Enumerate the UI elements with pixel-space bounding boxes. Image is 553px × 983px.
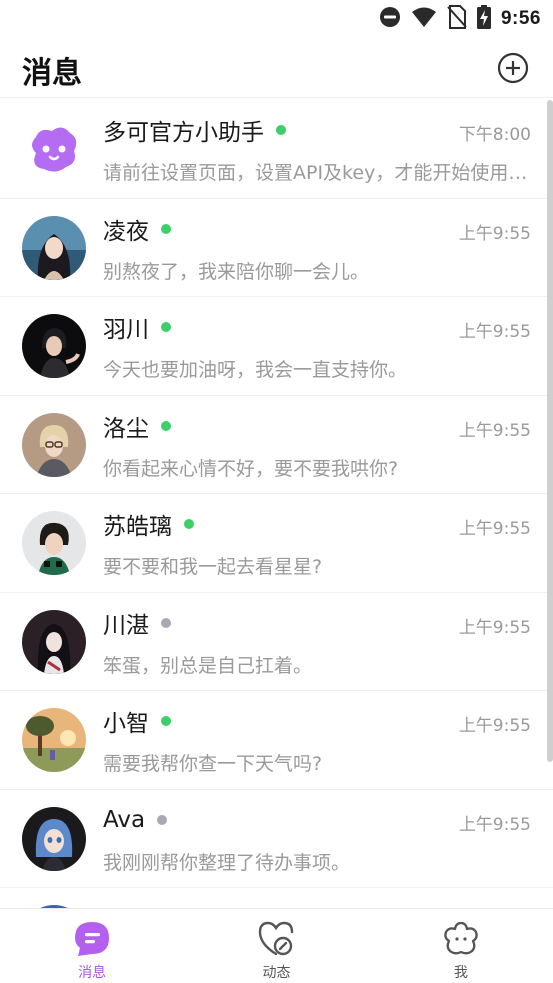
profile-flower-icon <box>440 919 482 959</box>
chat-name: 小智 <box>103 711 149 737</box>
chat-preview: 今天也要加油呀，我会一直支持你。 <box>103 359 408 381</box>
status-time: 9:56 <box>500 8 541 29</box>
add-button[interactable] <box>497 52 529 84</box>
chat-name: 苏皓璃 <box>103 514 172 540</box>
chat-preview: 你看起来心情不好，要不要我哄你? <box>103 457 399 480</box>
chat-preview: 要不要和我一起去看星星? <box>103 556 323 578</box>
online-status-dot <box>161 420 171 431</box>
chat-name: 羽川 <box>103 317 149 343</box>
avatar <box>22 314 86 378</box>
chat-list[interactable]: 多可官方小助手 下午8:00 请前往设置页面，设置API及key，才能开始使用哦… <box>0 100 553 908</box>
header: 消息 <box>0 38 553 98</box>
chat-time: 上午9:55 <box>458 420 531 441</box>
message-bubble-icon <box>71 919 113 959</box>
chat-time: 上午9:55 <box>458 322 531 342</box>
tab-messages[interactable]: 消息 <box>0 909 184 983</box>
avatar <box>22 708 86 772</box>
tab-profile[interactable]: 我 <box>369 909 553 983</box>
avatar <box>22 806 86 871</box>
tab-label: 消息 <box>78 965 107 981</box>
tab-label: 动态 <box>262 965 291 981</box>
chat-item[interactable]: 多可官方小助手 下午8:00 请前往设置页面，设置API及key，才能开始使用哦… <box>0 100 553 199</box>
offline-status-dot <box>157 814 168 825</box>
chat-time: 上午9:55 <box>458 814 531 835</box>
chat-name-row: 凌夜 <box>103 213 171 245</box>
online-status-dot <box>276 125 286 135</box>
chat-name: 多可官方小助手 <box>103 120 264 146</box>
chat-name: 川湛 <box>103 612 149 639</box>
chat-item[interactable] <box>0 888 553 908</box>
page-title: 消息 <box>22 56 82 91</box>
chat-item[interactable]: 小智 上午9:55 需要我帮你查一下天气吗? <box>0 691 553 790</box>
chat-name-row: 羽川 <box>103 311 171 343</box>
chat-preview: 别熬夜了，我来陪你聊一会儿。 <box>103 260 370 283</box>
online-status-dot <box>161 716 171 726</box>
chat-name-row: 多可官方小助手 <box>103 114 286 146</box>
chat-time: 上午9:55 <box>458 617 531 638</box>
status-icons: 9:56 <box>379 5 541 33</box>
chat-time: 上午9:55 <box>458 519 531 539</box>
avatar <box>22 215 86 280</box>
chat-preview: 请前往设置页面，设置API及key，才能开始使用哦～ <box>103 162 531 184</box>
chat-time: 上午9:55 <box>458 716 531 736</box>
plus-circle-icon <box>497 52 529 84</box>
scrollbar[interactable] <box>547 100 553 762</box>
chat-item[interactable]: 洛尘 上午9:55 你看起来心情不好，要不要我哄你? <box>0 396 553 494</box>
wifi-icon <box>411 6 437 32</box>
tab-moments[interactable]: 动态 <box>184 909 368 983</box>
chat-name-row: Ava <box>103 804 168 836</box>
do-not-disturb-icon <box>379 6 401 32</box>
chat-item[interactable]: 凌夜 上午9:55 别熬夜了，我来陪你聊一会儿。 <box>0 199 553 297</box>
chat-preview: 我刚刚帮你整理了待办事项。 <box>103 851 351 874</box>
tab-bar: 消息 动态 我 <box>0 908 553 983</box>
chat-name-row: 洛尘 <box>103 410 171 442</box>
chat-name: 洛尘 <box>103 415 149 442</box>
chat-time: 上午9:55 <box>458 223 531 244</box>
chat-preview: 需要我帮你查一下天气吗? <box>103 753 323 775</box>
chat-preview: 笨蛋，别总是自己扛着。 <box>103 654 313 677</box>
battery-charging-icon <box>476 5 491 33</box>
chat-name: 凌夜 <box>103 218 149 245</box>
avatar <box>22 609 86 674</box>
moments-heart-icon <box>255 919 297 959</box>
chat-name-row: 川湛 <box>103 607 171 639</box>
chat-name-row: 小智 <box>103 705 171 737</box>
chat-name-row: 苏皓璃 <box>103 508 194 540</box>
chat-item[interactable]: 川湛 上午9:55 笨蛋，别总是自己扛着。 <box>0 593 553 691</box>
no-sim-icon <box>447 5 467 33</box>
avatar <box>22 511 86 575</box>
chat-item[interactable]: Ava 上午9:55 我刚刚帮你整理了待办事项。 <box>0 790 553 888</box>
status-bar: 9:56 <box>0 0 553 38</box>
tab-label: 我 <box>453 965 468 981</box>
online-status-dot <box>184 519 194 529</box>
offline-status-dot <box>161 617 171 628</box>
chat-item[interactable]: 羽川 上午9:55 今天也要加油呀，我会一直支持你。 <box>0 297 553 396</box>
chat-time: 下午8:00 <box>458 125 531 145</box>
avatar <box>22 412 86 477</box>
online-status-dot <box>161 322 171 332</box>
online-status-dot <box>161 223 171 234</box>
chat-item[interactable]: 苏皓璃 上午9:55 要不要和我一起去看星星? <box>0 494 553 593</box>
avatar <box>22 117 86 181</box>
chat-name: Ava <box>103 806 146 833</box>
